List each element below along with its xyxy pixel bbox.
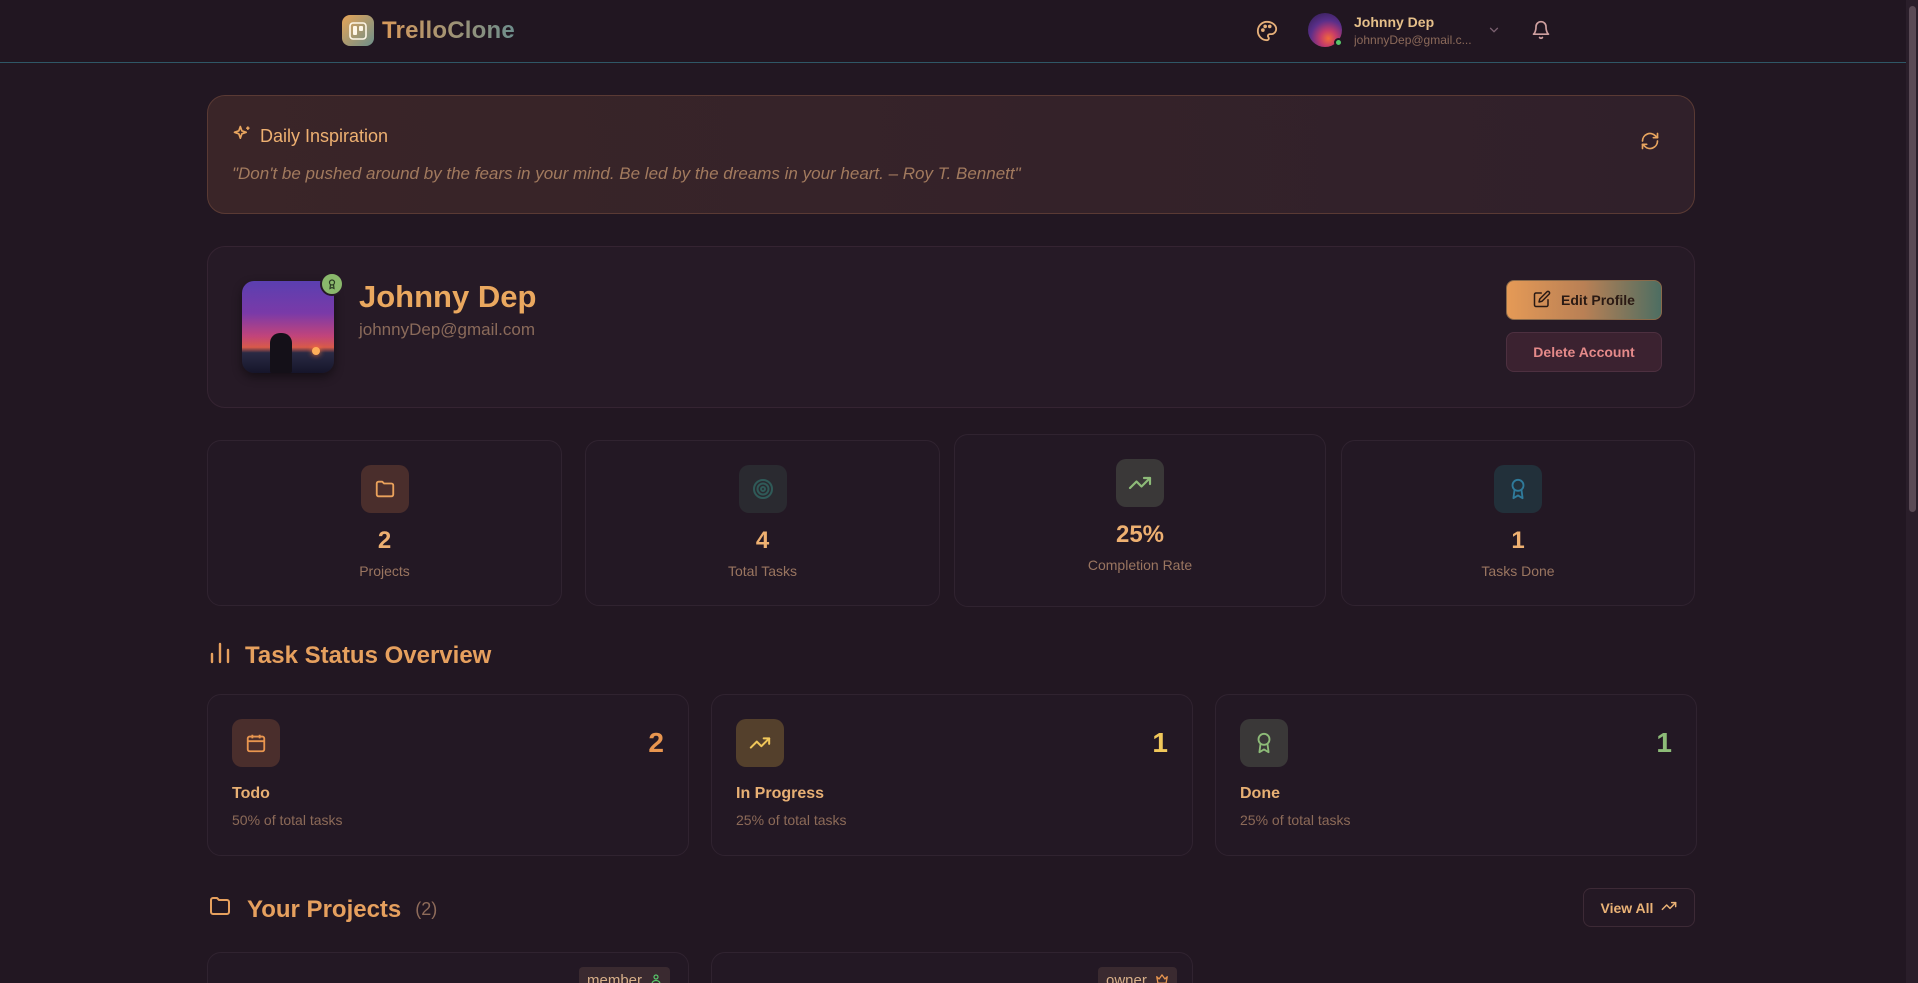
user-icon [650,972,662,983]
status-subtext: 25% of total tasks [1240,812,1351,828]
your-projects-heading: Your Projects (2) [207,894,437,925]
top-navbar: TrelloClone Johnny Dep johnnyDep@gmail.c… [0,0,1906,63]
stat-label: Total Tasks [728,563,797,579]
status-count: 1 [1656,727,1672,758]
trending-up-icon [1661,898,1677,917]
delete-account-label: Delete Account [1533,344,1635,360]
online-status-dot [1334,38,1343,47]
role-badge: owner [1098,967,1177,983]
projects-count: (2) [415,899,438,919]
avatar [1308,13,1343,47]
trending-up-icon [1116,459,1164,507]
section-title: Your Projects [247,895,402,923]
award-badge-icon [320,272,344,296]
stat-value: 25% [1115,521,1165,548]
profile-email: johnnyDep@gmail.com [359,320,536,339]
status-card-done: 1 Done 25% of total tasks [1215,694,1697,856]
role-label: owner [1106,972,1147,983]
trello-logo-icon [342,15,374,46]
status-count: 2 [648,727,664,758]
stat-label: Completion Rate [1087,557,1193,573]
role-badge: member [579,967,671,983]
stat-label: Projects [359,563,410,579]
stat-card-total-tasks: 4 Total Tasks [585,440,940,606]
project-card[interactable]: member [207,952,689,983]
edit-profile-button[interactable]: Edit Profile [1506,280,1662,320]
edit-profile-label: Edit Profile [1561,292,1635,308]
edit-icon [1533,290,1551,311]
profile-name: Johnny Dep [359,279,537,314]
crown-icon [1155,972,1169,983]
trending-up-icon [736,719,784,767]
status-card-todo: 2 Todo 50% of total tasks [207,694,689,856]
delete-account-button[interactable]: Delete Account [1506,332,1662,372]
stat-label: Tasks Done [1481,563,1555,579]
status-name: Todo [232,785,270,802]
sparkles-icon [232,124,252,149]
folder-icon [207,894,233,925]
bell-icon[interactable] [1531,20,1551,45]
status-count: 1 [1152,727,1168,758]
role-label: member [587,972,643,983]
page-scrollbar[interactable] [1906,0,1918,983]
award-icon [1240,719,1288,767]
section-title: Task Status Overview [245,641,492,669]
bar-chart-icon [209,640,231,671]
scrollbar-thumb[interactable] [1909,6,1916,512]
task-status-overview-heading: Task Status Overview [209,640,491,671]
user-email: johnnyDep@gmail.c... [1354,32,1472,47]
project-card[interactable]: owner [711,952,1193,983]
user-name: Johnny Dep [1354,13,1435,30]
status-subtext: 25% of total tasks [736,812,847,828]
stat-card-projects: 2 Projects [207,440,562,606]
stat-value: 4 [755,527,770,554]
stat-card-completion-rate: 25% Completion Rate [954,434,1326,607]
brand-name: TrelloClone [382,16,515,44]
inspiration-quote: "Don't be pushed around by the fears in … [232,164,1021,183]
profile-avatar[interactable] [242,281,334,373]
stat-card-tasks-done: 1 Tasks Done [1341,440,1695,606]
folder-icon [360,465,409,513]
stat-value: 2 [377,527,392,554]
view-all-button[interactable]: View All [1583,888,1695,927]
chevron-down-icon[interactable] [1487,23,1501,42]
brand[interactable]: TrelloClone [342,15,515,46]
target-icon [738,465,787,513]
theme-palette-icon[interactable] [1256,20,1278,42]
status-card-in-progress: 1 In Progress 25% of total tasks [711,694,1193,856]
status-name: In Progress [736,785,825,802]
daily-inspiration-card: Daily Inspiration "Don't be pushed aroun… [207,95,1695,214]
status-subtext: 50% of total tasks [232,812,343,828]
award-icon [1494,465,1542,513]
refresh-icon[interactable] [1640,131,1660,156]
stat-value: 1 [1511,527,1525,554]
calendar-icon [232,719,280,767]
inspiration-title: Daily Inspiration [260,126,389,146]
profile-card: Johnny Dep johnnyDep@gmail.com Edit Prof… [207,246,1695,408]
view-all-label: View All [1600,899,1654,916]
user-menu[interactable]: Johnny Dep johnnyDep@gmail.c... [1308,13,1474,47]
status-name: Done [1240,785,1280,802]
